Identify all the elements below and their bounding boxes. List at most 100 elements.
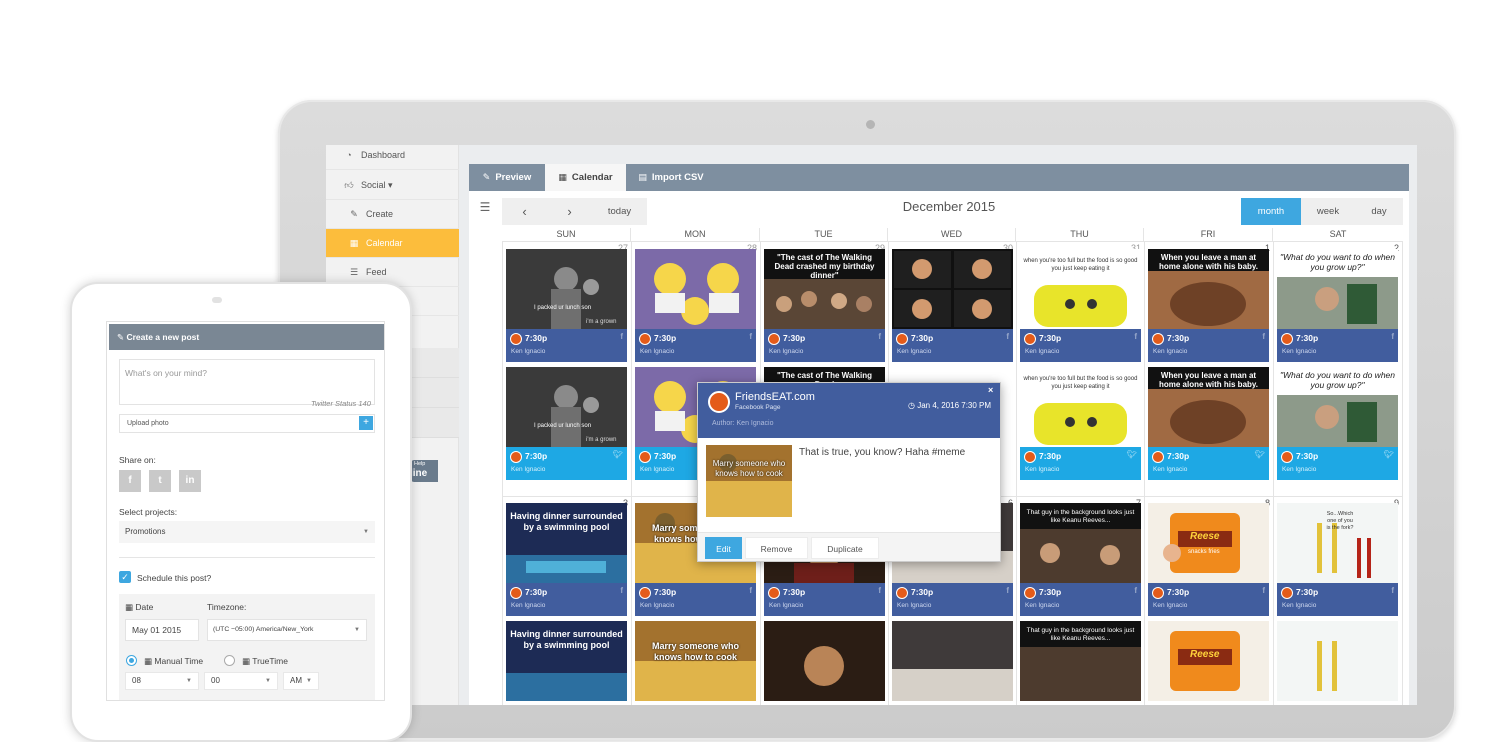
avatar (896, 333, 908, 345)
post-time: 7:30p (1039, 451, 1062, 461)
calendar-post[interactable]: "The cast of The Walking Dead crashed my… (764, 249, 885, 362)
image-caption: "The cast of The Walking Dead crashed my… (774, 253, 875, 280)
facebook-icon: f (1134, 332, 1137, 341)
tab-import-csv[interactable]: ▤ Import CSV (626, 164, 716, 191)
manual-time-radio[interactable] (126, 655, 137, 666)
upload-photo-field[interactable]: Upload photo + (119, 414, 375, 433)
sidebar-item-create[interactable]: ✎ Create (326, 200, 459, 229)
calendar-post[interactable]: "What do you want to do when you grow up… (1277, 249, 1398, 362)
calendar-post[interactable]: 7:30p f Ken Ignacio (635, 249, 756, 362)
facebook-share-button[interactable]: f (119, 470, 141, 492)
duplicate-button[interactable]: Duplicate (811, 537, 879, 559)
twitter-status-count: Twitter Status 140 (311, 399, 371, 408)
calendar-post[interactable]: Reese snacks fries 7:30p f Ken Ignacio (1148, 503, 1269, 616)
calendar-post[interactable]: 7:30p f Ken Ignacio (892, 249, 1013, 362)
dow-header: MON (631, 228, 760, 241)
post-bar: 7:30p f Ken Ignacio (1020, 329, 1141, 362)
ampm-select[interactable]: AM ▼ (283, 672, 319, 690)
calendar-post[interactable]: Reese (1148, 621, 1269, 701)
calendar-post[interactable]: when you're too full but the food is so … (1020, 249, 1141, 362)
remove-button[interactable]: Remove (745, 537, 808, 559)
tab-label: Preview (495, 172, 532, 183)
post-author: Ken Ignacio (1153, 348, 1188, 355)
close-icon[interactable]: × (988, 385, 993, 395)
image-caption: when you're too full but the food is so … (1023, 376, 1138, 390)
avatar (768, 587, 780, 599)
schedule-checkbox[interactable]: ✓ (119, 571, 131, 583)
truetime-radio[interactable] (224, 655, 235, 666)
calendar-post[interactable]: Having dinner surrounded by a swimming p… (506, 621, 627, 701)
today-button[interactable]: today (592, 198, 647, 225)
date-input[interactable]: May 01 2015 (125, 619, 199, 641)
post-bar: 7:30p f Ken Ignacio (1020, 583, 1141, 616)
prev-month-button[interactable]: ‹ (502, 198, 547, 225)
calendar-post[interactable]: "What do you want to do when you grow up… (1277, 367, 1398, 480)
calendar-post[interactable]: So...Which one of you is the fork? 7:30p… (1277, 503, 1398, 616)
calendar-post[interactable]: when you're too full but the food is so … (1020, 367, 1141, 480)
avatar (510, 587, 522, 599)
sidebar-item-social[interactable]: 👍︎ Social ▾ (326, 171, 459, 200)
post-author: Ken Ignacio (1153, 466, 1188, 473)
linkedin-share-button[interactable]: in (179, 470, 201, 492)
calendar-post[interactable]: That guy in the background looks just li… (1020, 621, 1141, 701)
calendar-post[interactable]: Having dinner surrounded by a swimming p… (506, 503, 627, 616)
view-month-button[interactable]: month (1241, 198, 1301, 225)
image-caption: when you're too full but the food is so … (1023, 258, 1138, 272)
add-photo-button[interactable]: + (359, 416, 373, 430)
image-caption: Marry someone who knows how to cook (651, 641, 740, 662)
sidebar-item-calendar[interactable]: ▦ Calendar (326, 229, 459, 258)
dow-header: SAT (1329, 229, 1347, 239)
tab-preview[interactable]: ✎ Preview (469, 164, 545, 191)
tab-calendar[interactable]: ▦ Calendar (545, 164, 626, 191)
view-day-button[interactable]: day (1355, 198, 1403, 225)
facebook-icon: f (749, 332, 752, 341)
tab-bar: ✎ Preview ▦ Calendar ▤ Import CSV (469, 164, 1409, 191)
post-image (764, 621, 885, 701)
avatar (1152, 333, 1164, 345)
projects-select[interactable]: Promotions ▼ (119, 521, 375, 543)
calendar-icon: ▦ (144, 656, 155, 666)
phone-speaker (212, 297, 222, 303)
calendar-post[interactable]: When you leave a man at home alone with … (1148, 249, 1269, 362)
calendar-post[interactable]: I packed ur lunch son i'm a grown 7:30p f… (506, 249, 627, 362)
avatar (1281, 451, 1293, 463)
minute-select[interactable]: 00 ▼ (204, 672, 278, 690)
calendar-post[interactable]: Marry someone who knows how to cook (635, 621, 756, 701)
post-time: 7:30p (654, 451, 677, 461)
calendar-icon: ▦ (558, 172, 567, 182)
post-bar: 7:30p f Ken Ignacio (635, 329, 756, 362)
hour-select[interactable]: 08 ▼ (125, 672, 199, 690)
calendar-post[interactable] (1277, 621, 1398, 701)
dow-header: SUN (502, 228, 631, 241)
post-text: That is true, you know? Haha #meme (799, 447, 966, 458)
textarea-placeholder: What's on your mind? (125, 368, 207, 378)
calendar-post[interactable] (764, 621, 885, 701)
post-bar: 7:30p 🐦︎ Ken Ignacio (1020, 447, 1141, 480)
twitter-share-button[interactable]: t (149, 470, 171, 492)
facebook-icon: f (1006, 586, 1009, 595)
post-image: when you're too full but the food is so … (1020, 367, 1141, 447)
calendar-post[interactable] (892, 621, 1013, 701)
share-on-label: Share on: (119, 455, 156, 465)
facebook-icon: f (620, 332, 623, 341)
view-week-button[interactable]: week (1301, 198, 1355, 225)
post-time: 7:30p (654, 333, 677, 343)
sidebar-item-dashboard[interactable]: ◔ Dashboard (326, 145, 459, 170)
hamburger-menu-icon[interactable]: ☰ (475, 198, 495, 216)
calendar-post[interactable]: That guy in the background looks just li… (1020, 503, 1141, 616)
caret-down-icon: ▼ (186, 678, 192, 684)
post-author: Ken Ignacio (897, 602, 932, 609)
calendar-post[interactable]: I packed ur lunch son i'm a grown 7:30p 🐦… (506, 367, 627, 480)
next-month-button[interactable]: › (547, 198, 592, 225)
sidebar-item-label: Social ▾ (361, 179, 393, 190)
calendar-post[interactable]: When you leave a man at home alone with … (1148, 367, 1269, 480)
post-time: 7:30p (1296, 333, 1319, 343)
post-image: I packed ur lunch son i'm a grown (506, 249, 627, 329)
help-online-tab[interactable]: Help line (410, 460, 438, 482)
timezone-select[interactable]: (UTC −05:00) America/New_York ▼ (207, 619, 367, 641)
post-bar: 7:30p f Ken Ignacio (506, 583, 627, 616)
select-value: AM (290, 676, 302, 685)
post-image: Reese (1148, 621, 1269, 701)
post-bar: 7:30p 🐦︎ Ken Ignacio (1148, 447, 1269, 480)
edit-button[interactable]: Edit (705, 537, 742, 559)
